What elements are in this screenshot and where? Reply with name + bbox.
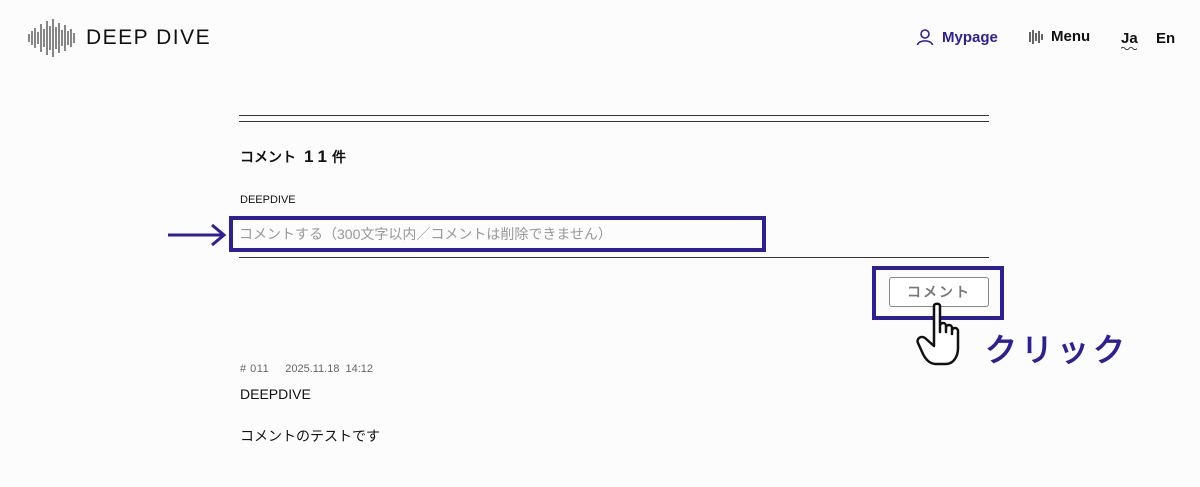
lang-en-label: En [1156,30,1176,47]
post-time: 14:12 [345,363,373,375]
section-divider-bottom [239,121,989,122]
lang-ja-link[interactable]: Ja [1121,30,1138,51]
user-icon [916,29,934,46]
section-divider-top [239,115,989,116]
comment-count: 11 [304,147,332,166]
comment-count-unit: 件 [331,149,346,165]
comment-heading: コメント 11 件 [240,147,346,167]
lang-en-link[interactable]: En [1156,30,1175,47]
post-date: 2025.11.18 [285,363,340,375]
lang-ja-label: Ja [1121,30,1138,47]
menu-button[interactable]: Menu [1029,28,1090,45]
menu-label: Menu [1051,28,1091,45]
comment-input[interactable] [229,216,766,252]
post-meta: # 011 2025.11.18 14:12 [240,363,373,375]
mypage-label: Mypage [942,28,998,46]
comment-heading-label: コメント [240,149,296,165]
post-number: # 011 [240,363,270,375]
input-underline [239,257,989,258]
current-user-name: DEEPDIVE [240,194,296,206]
post-author: DEEPDIVE [240,386,311,402]
pointer-hand-icon [916,302,960,366]
mypage-link[interactable]: Mypage [916,28,998,46]
arrow-right-icon [168,224,227,246]
header-nav: Mypage Menu Ja En [0,28,1200,52]
post-body: コメントのテストです [240,428,380,444]
click-annotation-label: クリック [985,332,1130,368]
active-lang-wave-icon [1121,46,1137,51]
menu-waveform-icon [1029,29,1043,44]
